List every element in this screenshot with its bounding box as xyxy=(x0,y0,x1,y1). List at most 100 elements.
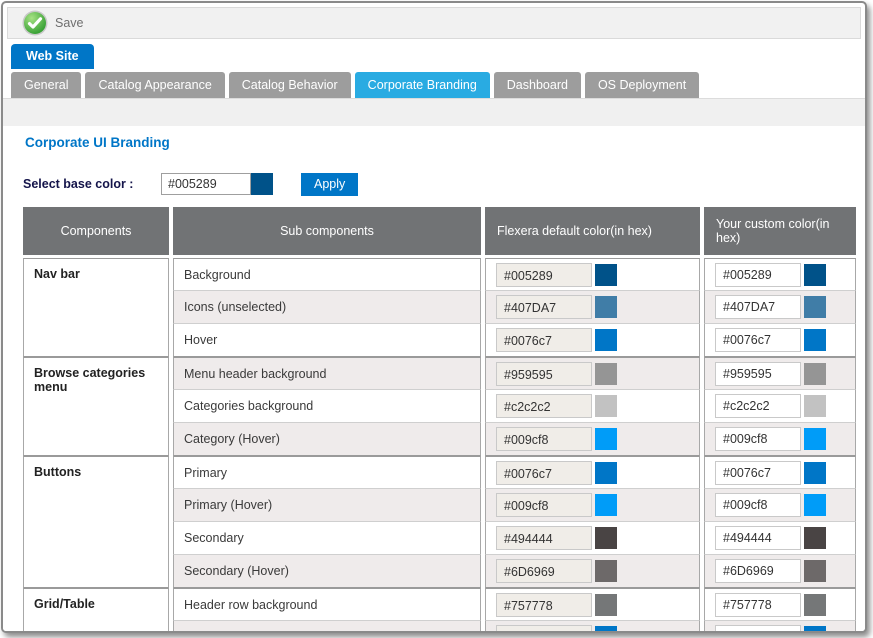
default-color-swatch xyxy=(595,560,617,582)
sub-component-label: Background xyxy=(184,268,251,282)
save-label: Save xyxy=(55,16,84,30)
default-hex-value: #009cf8 xyxy=(496,493,592,517)
default-color-swatch xyxy=(595,329,617,351)
custom-color-swatch[interactable] xyxy=(804,527,826,549)
component-label: Browse categories menu xyxy=(34,366,158,394)
custom-color-swatch[interactable] xyxy=(804,428,826,450)
tab-web-site[interactable]: Web Site xyxy=(11,44,94,69)
custom-color-swatch[interactable] xyxy=(804,395,826,417)
custom-hex-input[interactable] xyxy=(715,493,801,517)
sub-component-cell: Secondary (Hover) xyxy=(173,555,481,588)
custom-color-cell xyxy=(704,555,856,588)
default-hex-value: #0076c7 xyxy=(496,461,592,485)
custom-color-swatch[interactable] xyxy=(804,494,826,516)
default-hex-value: #0076c7 xyxy=(496,625,592,633)
custom-color-swatch[interactable] xyxy=(804,626,826,633)
custom-hex-input[interactable] xyxy=(715,295,801,319)
custom-hex-input[interactable] xyxy=(715,394,801,418)
custom-color-cell xyxy=(704,522,856,555)
sub-component-label: Icons (unselected) xyxy=(184,300,286,314)
custom-color-swatch[interactable] xyxy=(804,560,826,582)
base-color-input[interactable] xyxy=(161,173,251,195)
branding-table: ComponentsSub componentsFlexera default … xyxy=(23,207,856,633)
custom-color-cell xyxy=(704,456,856,489)
save-check-icon xyxy=(22,10,48,36)
save-button[interactable]: Save xyxy=(16,9,90,37)
default-color-cell: #c2c2c2 xyxy=(485,390,700,423)
custom-hex-input[interactable] xyxy=(715,427,801,451)
base-color-label: Select base color : xyxy=(23,177,161,191)
custom-color-swatch[interactable] xyxy=(804,363,826,385)
column-header-flexera-default-color-in-hex: Flexera default color(in hex) xyxy=(485,207,700,255)
custom-color-swatch[interactable] xyxy=(804,264,826,286)
tab-general[interactable]: General xyxy=(11,72,81,98)
default-color-swatch xyxy=(595,428,617,450)
tab-content-divider xyxy=(3,98,865,126)
sub-component-cell: Primary (Hover) xyxy=(173,489,481,522)
sub-component-label: Primary (Hover) xyxy=(184,498,272,512)
default-color-cell: #009cf8 xyxy=(485,489,700,522)
custom-hex-input[interactable] xyxy=(715,328,801,352)
custom-color-cell xyxy=(704,390,856,423)
default-color-cell: #009cf8 xyxy=(485,423,700,456)
sub-component-cell: Background xyxy=(173,258,481,291)
tab-corporate-branding[interactable]: Corporate Branding xyxy=(355,72,490,98)
component-label: Nav bar xyxy=(34,267,80,281)
sub-component-label: Secondary xyxy=(184,531,244,545)
component-cell-grid-table: Grid/Table xyxy=(23,588,169,633)
component-cell-nav-bar: Nav bar xyxy=(23,258,169,357)
branding-table-body: Nav bar Background #005289 Icons (unselecte… xyxy=(23,258,856,633)
tab-strip: GeneralCatalog AppearanceCatalog Behavio… xyxy=(11,72,865,98)
custom-color-swatch[interactable] xyxy=(804,462,826,484)
custom-color-cell xyxy=(704,357,856,390)
sub-component-cell: Icons (unselected) xyxy=(173,291,481,324)
branding-table-header: ComponentsSub componentsFlexera default … xyxy=(23,207,856,255)
component-label: Grid/Table xyxy=(34,597,95,611)
default-hex-value: #005289 xyxy=(496,263,592,287)
custom-color-cell xyxy=(704,621,856,633)
default-color-cell: #959595 xyxy=(485,357,700,390)
default-color-cell: #494444 xyxy=(485,522,700,555)
sub-component-label: Scrollbar background xyxy=(184,630,302,633)
sub-component-label: Secondary (Hover) xyxy=(184,564,289,578)
default-color-swatch xyxy=(595,264,617,286)
apply-button[interactable]: Apply xyxy=(301,173,358,196)
tab-catalog-appearance[interactable]: Catalog Appearance xyxy=(85,72,224,98)
default-color-cell: #0076c7 xyxy=(485,456,700,489)
custom-hex-input[interactable] xyxy=(715,559,801,583)
sub-component-cell: Category (Hover) xyxy=(173,423,481,456)
sub-component-cell: Menu header background xyxy=(173,357,481,390)
default-hex-value: #959595 xyxy=(496,362,592,386)
component-cell-browse-categories-menu: Browse categories menu xyxy=(23,357,169,456)
default-color-swatch xyxy=(595,363,617,385)
default-color-cell: #005289 xyxy=(485,258,700,291)
sub-component-label: Header row background xyxy=(184,598,317,612)
tab-dashboard[interactable]: Dashboard xyxy=(494,72,581,98)
sub-component-label: Primary xyxy=(184,466,227,480)
tab-os-deployment[interactable]: OS Deployment xyxy=(585,72,699,98)
tab-catalog-behavior[interactable]: Catalog Behavior xyxy=(229,72,351,98)
custom-hex-input[interactable] xyxy=(715,362,801,386)
custom-color-swatch[interactable] xyxy=(804,296,826,318)
custom-color-cell xyxy=(704,423,856,456)
custom-hex-input[interactable] xyxy=(715,625,801,633)
column-header-sub-components: Sub components xyxy=(173,207,481,255)
sub-component-label: Menu header background xyxy=(184,367,326,381)
default-color-swatch xyxy=(595,462,617,484)
custom-hex-input[interactable] xyxy=(715,461,801,485)
custom-hex-input[interactable] xyxy=(715,593,801,617)
custom-color-swatch[interactable] xyxy=(804,329,826,351)
sub-component-cell: Secondary xyxy=(173,522,481,555)
custom-hex-input[interactable] xyxy=(715,263,801,287)
default-color-cell: #0076c7 xyxy=(485,621,700,633)
custom-color-cell xyxy=(704,291,856,324)
default-color-swatch xyxy=(595,594,617,616)
default-hex-value: #009cf8 xyxy=(496,427,592,451)
column-header-your-custom-color-in-hex: Your custom color(in hex) xyxy=(704,207,856,255)
custom-color-swatch[interactable] xyxy=(804,594,826,616)
default-color-swatch xyxy=(595,494,617,516)
custom-hex-input[interactable] xyxy=(715,526,801,550)
default-color-swatch xyxy=(595,395,617,417)
sub-component-label: Category (Hover) xyxy=(184,432,280,446)
base-color-swatch[interactable] xyxy=(251,173,273,195)
